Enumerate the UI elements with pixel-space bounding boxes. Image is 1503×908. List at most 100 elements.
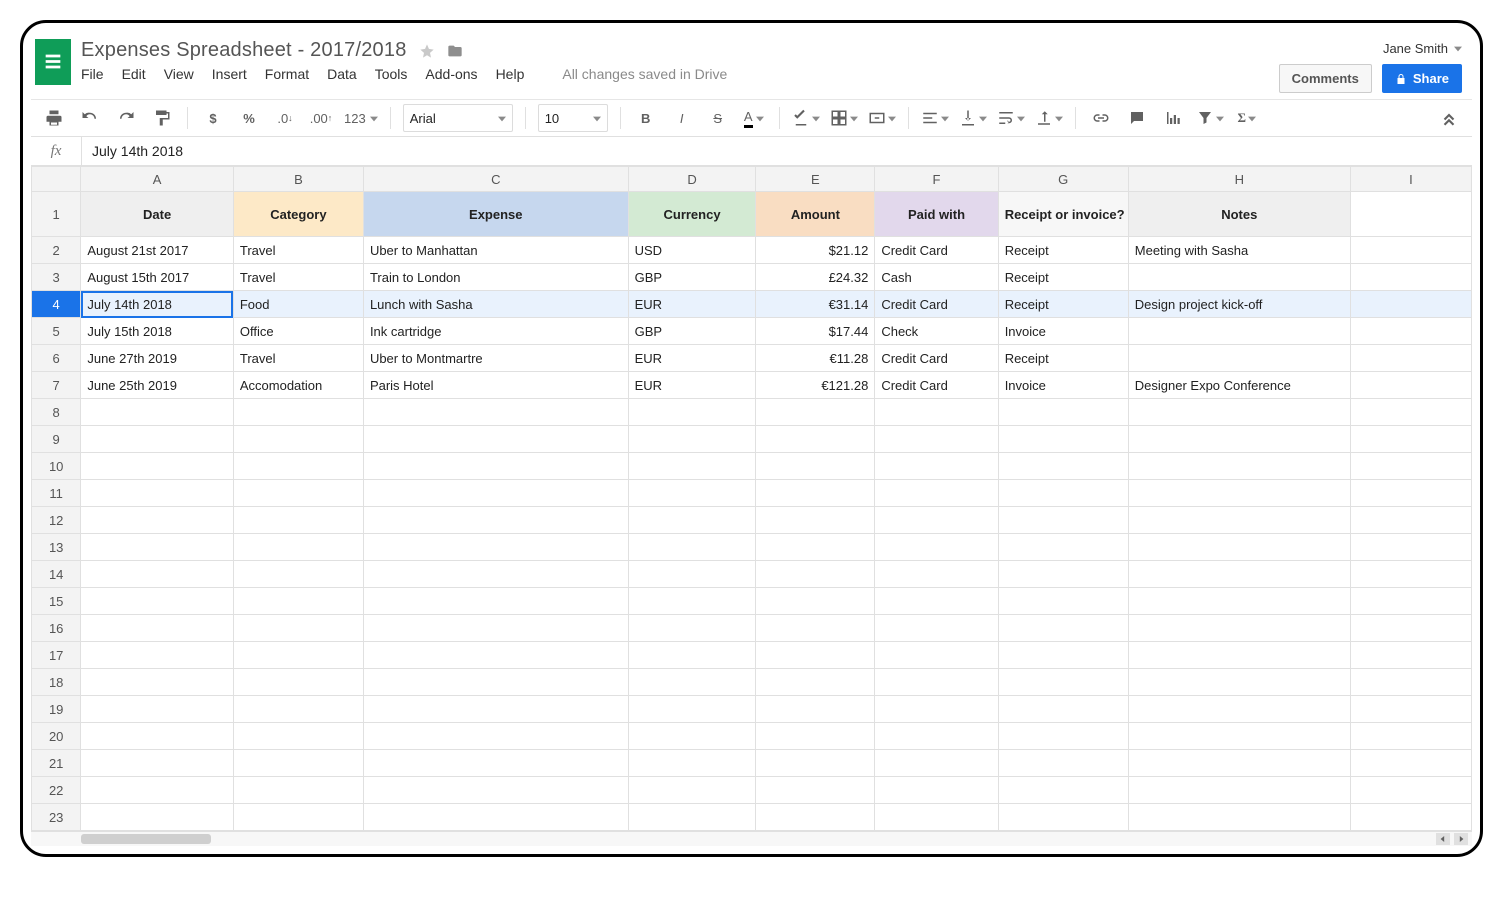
row-header[interactable]: 5 [32, 318, 81, 345]
font-size-select[interactable]: 10 [538, 104, 608, 132]
cell[interactable] [81, 399, 234, 426]
cell[interactable] [81, 426, 234, 453]
cell-expense[interactable]: Lunch with Sasha [363, 291, 628, 318]
menu-addons[interactable]: Add-ons [425, 66, 477, 82]
cell[interactable] [81, 615, 234, 642]
column-header-G[interactable]: G [998, 167, 1128, 192]
row-header[interactable]: 12 [32, 507, 81, 534]
cell[interactable] [1350, 615, 1471, 642]
text-wrap-icon[interactable] [993, 104, 1029, 132]
cell[interactable] [628, 615, 756, 642]
strikethrough-icon[interactable]: S [701, 104, 735, 132]
cell[interactable] [998, 804, 1128, 831]
cell[interactable] [875, 804, 998, 831]
cell[interactable] [233, 777, 363, 804]
cell[interactable] [233, 642, 363, 669]
column-header-H[interactable]: H [1128, 167, 1350, 192]
cell[interactable] [875, 750, 998, 777]
cell[interactable] [363, 696, 628, 723]
cell[interactable] [875, 399, 998, 426]
row-header[interactable]: 3 [32, 264, 81, 291]
cell[interactable] [875, 669, 998, 696]
cell[interactable] [233, 588, 363, 615]
paint-format-icon[interactable] [145, 104, 179, 132]
functions-icon[interactable]: Σ [1230, 104, 1264, 132]
cell-paid[interactable]: Credit Card [875, 372, 998, 399]
cell[interactable] [875, 453, 998, 480]
column-header-E[interactable]: E [756, 167, 875, 192]
cell-paid[interactable]: Credit Card [875, 291, 998, 318]
cell[interactable] [1128, 453, 1350, 480]
cell[interactable] [81, 480, 234, 507]
cell[interactable] [363, 534, 628, 561]
borders-icon[interactable] [826, 104, 862, 132]
insert-link-icon[interactable] [1084, 104, 1118, 132]
cell-receipt[interactable]: Receipt [998, 345, 1128, 372]
fill-color-icon[interactable] [788, 104, 824, 132]
merge-cells-icon[interactable] [864, 104, 900, 132]
cell[interactable] [628, 480, 756, 507]
cell[interactable] [1350, 534, 1471, 561]
cell[interactable] [233, 399, 363, 426]
cell[interactable] [233, 507, 363, 534]
cell[interactable] [233, 804, 363, 831]
cell[interactable] [1128, 669, 1350, 696]
column-header-A[interactable]: A [81, 167, 234, 192]
print-icon[interactable] [37, 104, 71, 132]
cell[interactable] [363, 750, 628, 777]
sheets-logo-icon[interactable] [35, 39, 71, 85]
header-currency[interactable]: Currency [628, 192, 756, 237]
cell[interactable] [233, 561, 363, 588]
cell[interactable] [1350, 696, 1471, 723]
menu-help[interactable]: Help [496, 66, 525, 82]
cell[interactable] [1350, 318, 1471, 345]
sheet-nav-next-icon[interactable] [1454, 833, 1468, 845]
cell-currency[interactable]: GBP [628, 318, 756, 345]
filter-icon[interactable] [1192, 104, 1228, 132]
horizontal-align-icon[interactable] [917, 104, 953, 132]
cell[interactable] [628, 777, 756, 804]
row-header[interactable]: 17 [32, 642, 81, 669]
cell-date[interactable]: July 14th 2018 [81, 291, 234, 318]
cell[interactable] [875, 426, 998, 453]
star-icon[interactable] [419, 43, 435, 59]
cell[interactable] [875, 480, 998, 507]
menu-tools[interactable]: Tools [375, 66, 408, 82]
header-notes[interactable]: Notes [1128, 192, 1350, 237]
menu-edit[interactable]: Edit [122, 66, 146, 82]
cell[interactable] [628, 507, 756, 534]
cell[interactable] [756, 750, 875, 777]
cell[interactable] [998, 615, 1128, 642]
cell-amount[interactable]: $17.44 [756, 318, 875, 345]
cell[interactable] [1128, 777, 1350, 804]
cell-category[interactable]: Accomodation [233, 372, 363, 399]
cell[interactable] [363, 777, 628, 804]
cell-category[interactable]: Travel [233, 264, 363, 291]
cell[interactable] [1350, 507, 1471, 534]
cell[interactable] [233, 750, 363, 777]
cell[interactable] [1128, 723, 1350, 750]
cell[interactable] [81, 588, 234, 615]
folder-icon[interactable] [447, 43, 463, 59]
cell[interactable] [1128, 696, 1350, 723]
row-header[interactable]: 6 [32, 345, 81, 372]
select-all-cell[interactable] [32, 167, 81, 192]
row-header[interactable]: 23 [32, 804, 81, 831]
cell[interactable] [1350, 561, 1471, 588]
row-header[interactable]: 4 [32, 291, 81, 318]
cell[interactable] [1350, 750, 1471, 777]
cell[interactable] [628, 804, 756, 831]
cell-notes[interactable] [1128, 345, 1350, 372]
header-paid[interactable]: Paid with [875, 192, 998, 237]
menu-view[interactable]: View [164, 66, 194, 82]
cell[interactable] [363, 561, 628, 588]
cell-notes[interactable] [1128, 264, 1350, 291]
cell[interactable] [875, 561, 998, 588]
cell[interactable] [1350, 777, 1471, 804]
collapse-toolbar-icon[interactable] [1432, 104, 1466, 132]
cell-paid[interactable]: Credit Card [875, 237, 998, 264]
cell[interactable] [1128, 642, 1350, 669]
cell-receipt[interactable]: Receipt [998, 291, 1128, 318]
cell-expense[interactable]: Paris Hotel [363, 372, 628, 399]
cell[interactable] [628, 642, 756, 669]
